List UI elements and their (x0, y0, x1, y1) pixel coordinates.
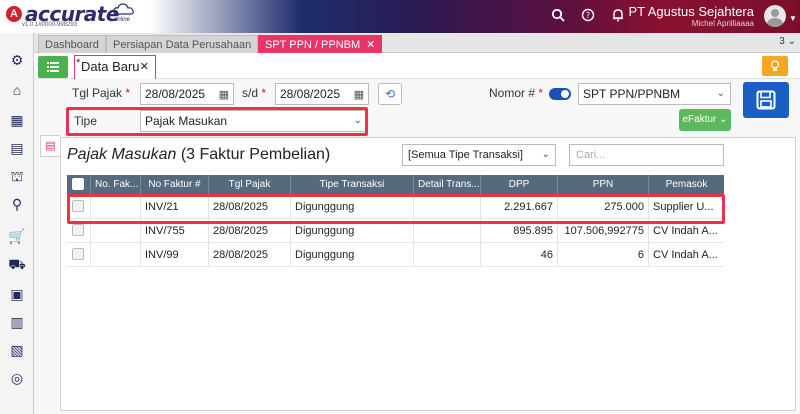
cell-detail (414, 243, 481, 266)
purchase-icon[interactable]: ⛟ (8, 255, 26, 273)
accurate-logo[interactable]: A accurate (6, 4, 119, 24)
search-icon[interactable] (550, 8, 566, 24)
tab-bar: Dashboard Persiapan Data Perusahaan SPT … (34, 33, 800, 53)
select-all-checkbox[interactable] (72, 178, 84, 190)
tgl-pajak-to-input[interactable]: 28/08/2025 ▦ (275, 83, 369, 105)
cell-dpp: 46 (481, 243, 558, 266)
logo-text: accurate (25, 2, 119, 26)
col-header[interactable]: No. Fak... (91, 175, 141, 195)
tgl-pajak-from-value: 28/08/2025 (145, 87, 206, 101)
settings-icon[interactable]: ⚙ (8, 51, 26, 69)
panel-title: Pajak Masukan (3 Faktur Pembelian) (67, 146, 331, 163)
col-header[interactable]: Tipe Transaksi (291, 175, 414, 195)
help-icon[interactable]: ? (580, 8, 596, 24)
list-button[interactable] (38, 56, 68, 78)
lightbulb-icon[interactable] (762, 56, 788, 76)
doc-tab-data-baru[interactable]: * Data Baru ✕ (74, 55, 156, 79)
cell-no-fak (91, 243, 141, 266)
top-header: A accurate online v1.0.1#0000-998293 ? P… (0, 0, 800, 33)
cash-bank-icon[interactable]: ▤ (8, 139, 26, 157)
row-checkbox-cell (67, 243, 91, 266)
nomor-auto-toggle[interactable] (549, 88, 571, 100)
tgl-pajak-label: Tgl Pajak * (72, 86, 131, 100)
inventory-icon[interactable]: ▣ (8, 285, 26, 303)
nomor-value: SPT PPN/PPNBM (583, 87, 681, 101)
table-row[interactable]: INV/99 28/08/2025 Digunggung 46 6 CV Ind… (67, 243, 724, 267)
col-header[interactable]: Detail Trans... (414, 175, 481, 195)
tgl-pajak-to-value: 28/08/2025 (280, 87, 341, 101)
logo-mark: A (6, 6, 22, 22)
bag-icon[interactable]: ⚲ (8, 195, 26, 213)
transaction-type-filter[interactable]: [Semua Tipe Transaksi] ⌄ (402, 144, 556, 166)
chevron-down-icon[interactable]: ▼ (789, 14, 797, 23)
table-header: No. Fak... No Faktur # Tgl Pajak Tipe Tr… (67, 175, 724, 195)
refresh-icon[interactable]: ⟲ (378, 83, 402, 105)
save-button[interactable] (743, 82, 789, 118)
avatar[interactable] (764, 5, 786, 27)
faktur-panel: Pajak Masukan (3 Faktur Pembelian) [Semu… (60, 137, 796, 411)
tab-count[interactable]: 3 ⌄ (779, 36, 796, 47)
cell-tgl: 28/08/2025 (209, 243, 291, 266)
logo-sub: online (114, 17, 131, 23)
tab-label: Dashboard (45, 39, 99, 51)
search-input[interactable]: Cari... (569, 144, 724, 166)
tab-persiapan-data[interactable]: Persiapan Data Perusahaan (106, 35, 259, 53)
calendar-icon[interactable]: ▦ (219, 85, 229, 105)
tab-spt-ppn[interactable]: SPT PPN / PPNBM ✕ (258, 35, 383, 53)
bank-icon[interactable]: ⛫ (8, 167, 26, 185)
nomor-input[interactable]: SPT PPN/PPNBM ⌄ (578, 83, 731, 105)
company-icon[interactable]: ▦ (8, 111, 26, 129)
chevron-down-icon[interactable]: ⌄ (542, 145, 550, 165)
row-highlight-box (67, 194, 725, 224)
col-header[interactable]: DPP (481, 175, 558, 195)
efaktur-button[interactable]: eFaktur ⌄ (679, 109, 731, 131)
close-icon[interactable]: ✕ (140, 56, 149, 78)
version-text: v1.0.1#0000-998293 (22, 22, 78, 28)
row-checkbox[interactable] (72, 224, 84, 236)
filter-value: [Semua Tipe Transaksi] (408, 149, 523, 161)
cell-ppn: 6 (558, 243, 649, 266)
sidebar: ⚙ ⌂ ▦ ▤ ⛫ ⚲ 🛒 ⛟ ▣ ▥ ▧ ◎ (0, 33, 34, 414)
select-all-cell (67, 175, 91, 195)
nomor-label: Nomor # * (489, 86, 544, 100)
row-checkbox[interactable] (72, 248, 84, 260)
tipe-highlight-box (66, 107, 368, 136)
col-header[interactable]: Tgl Pajak (209, 175, 291, 195)
document-side-tab[interactable]: ▤ (40, 135, 60, 157)
tab-dashboard[interactable]: Dashboard (38, 35, 106, 53)
company-name: PT Agustus Sejahtera (628, 4, 754, 19)
cloud-icon (113, 3, 134, 15)
calendar-icon[interactable]: ▦ (354, 85, 364, 105)
tgl-pajak-from-input[interactable]: 28/08/2025 ▦ (140, 83, 234, 105)
cart-icon[interactable]: 🛒 (8, 227, 26, 245)
tab-label: Persiapan Data Perusahaan (113, 39, 252, 51)
col-header[interactable]: Pemasok (649, 175, 724, 195)
cell-pemasok: CV Indah A... (653, 249, 718, 261)
unsaved-marker: * (76, 57, 81, 69)
tab-label: SPT PPN / PPNBM (265, 39, 361, 51)
col-header[interactable]: No Faktur # (141, 175, 209, 195)
svg-text:?: ? (586, 11, 590, 20)
bell-icon[interactable] (610, 8, 626, 24)
user-name: Michel Aprilliaaaa (691, 19, 754, 28)
close-icon[interactable]: ✕ (366, 39, 375, 51)
warehouse-icon[interactable]: ⌂ (8, 81, 26, 99)
report-icon[interactable]: ▧ (8, 341, 26, 359)
chevron-down-icon[interactable]: ⌄ (717, 84, 725, 104)
col-header[interactable]: PPN (558, 175, 649, 195)
assets-icon[interactable]: ▥ (8, 313, 26, 331)
analytics-icon[interactable]: ◎ (8, 369, 26, 387)
cell-tipe: Digunggung (291, 243, 414, 266)
form-area: Tgl Pajak * 28/08/2025 ▦ s/d * 28/08/202… (34, 79, 800, 414)
company-info[interactable]: PT Agustus Sejahtera Michel Aprilliaaaa (628, 5, 754, 29)
toolbar: * Data Baru ✕ (34, 53, 800, 79)
doc-tab-label: Data Baru (81, 59, 140, 74)
sd-label: s/d * (242, 86, 267, 100)
cell-no-faktur: INV/99 (141, 243, 209, 266)
